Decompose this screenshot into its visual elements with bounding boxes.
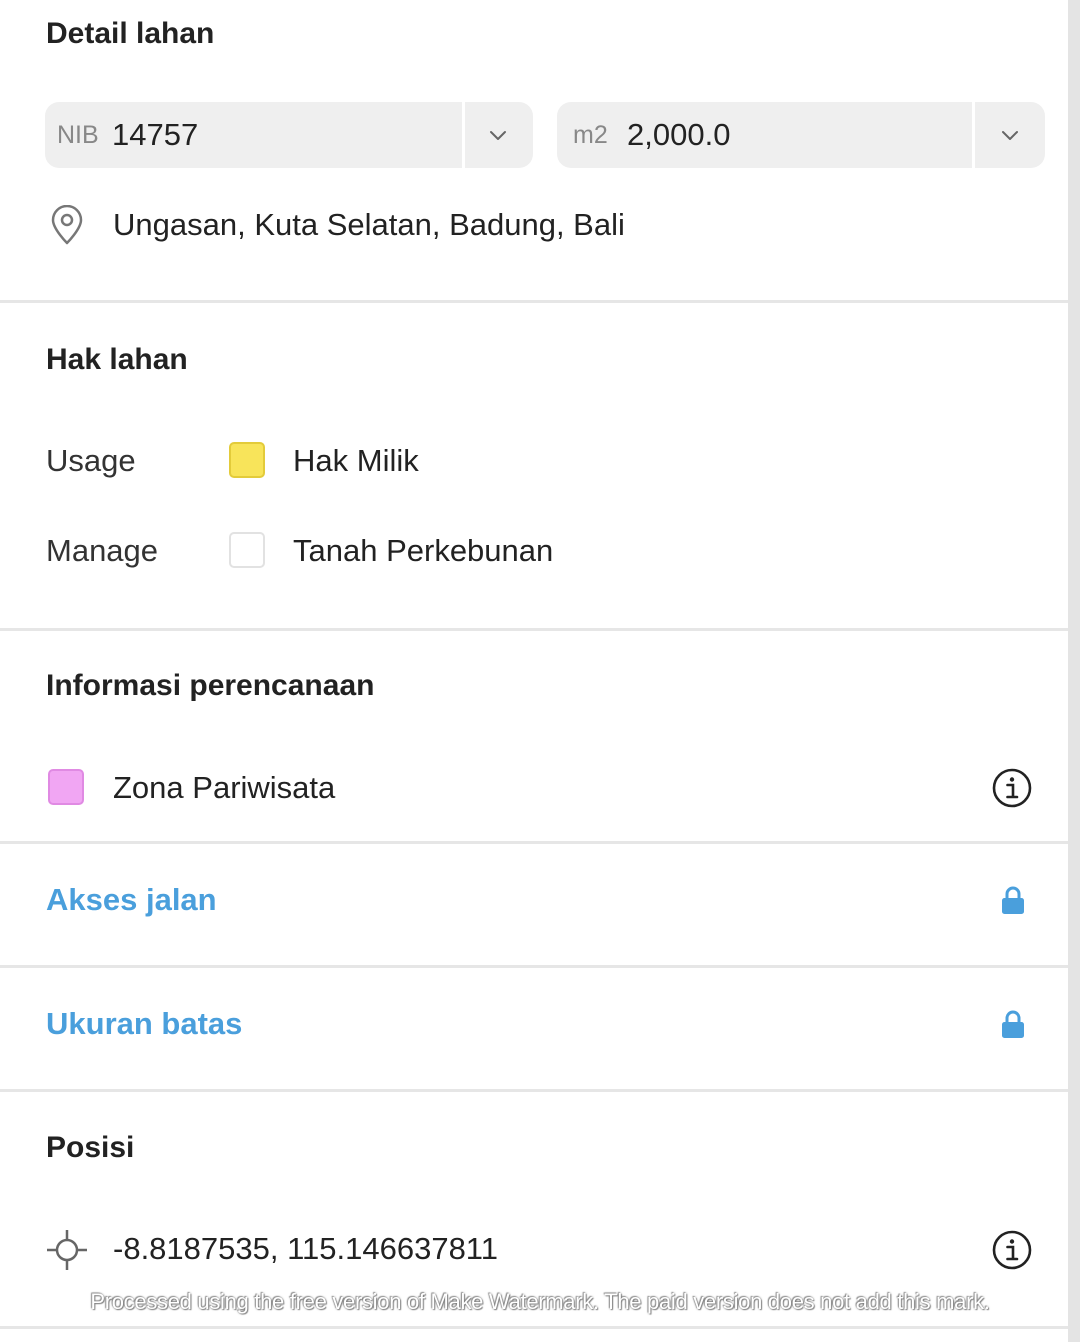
field-separator xyxy=(462,102,465,168)
location-pin-icon xyxy=(51,205,83,245)
scrollbar-track[interactable] xyxy=(1068,0,1080,1342)
info-icon[interactable] xyxy=(992,768,1032,808)
section-title-detail: Detail lahan xyxy=(46,17,215,50)
section-title-hak: Hak lahan xyxy=(46,343,188,376)
divider xyxy=(0,1089,1068,1092)
area-prefix: m2 xyxy=(573,121,608,149)
nib-value: 14757 xyxy=(112,117,199,152)
nib-select[interactable]: NIB 14757 xyxy=(45,102,533,168)
section-akses-jalan[interactable]: Akses jalan xyxy=(46,882,217,918)
section-title-position: Posisi xyxy=(46,1131,135,1164)
usage-label: Usage xyxy=(46,443,136,478)
coordinates-text: -8.8187535, 115.146637811 xyxy=(113,1231,498,1266)
area-select[interactable]: m2 2,000.0 xyxy=(557,102,1045,168)
section-ukuran-batas[interactable]: Ukuran batas xyxy=(46,1006,242,1042)
lock-icon[interactable] xyxy=(1001,885,1025,915)
section-title-planning: Informasi perencanaan xyxy=(46,669,375,702)
info-icon[interactable] xyxy=(992,1230,1032,1270)
manage-color-swatch xyxy=(229,532,265,568)
crosshair-icon xyxy=(47,1230,87,1270)
field-separator xyxy=(972,102,975,168)
land-detail-panel: Detail lahan NIB 14757 m2 2,000.0 Ungasa… xyxy=(0,0,1068,1342)
divider xyxy=(0,300,1068,303)
divider xyxy=(0,1326,1068,1329)
zone-name: Zona Pariwisata xyxy=(113,770,336,805)
location-text: Ungasan, Kuta Selatan, Badung, Bali xyxy=(113,207,625,242)
usage-value: Hak Milik xyxy=(293,443,419,478)
divider xyxy=(0,628,1068,631)
usage-color-swatch xyxy=(229,442,265,478)
manage-value: Tanah Perkebunan xyxy=(293,533,554,568)
divider xyxy=(0,841,1068,844)
lock-icon[interactable] xyxy=(1001,1009,1025,1039)
area-value: 2,000.0 xyxy=(627,117,731,152)
divider xyxy=(0,965,1068,968)
chevron-down-icon[interactable] xyxy=(487,124,509,146)
watermark-text: Processed using the free version of Make… xyxy=(90,1289,990,1314)
manage-label: Manage xyxy=(46,533,159,568)
chevron-down-icon[interactable] xyxy=(999,124,1021,146)
nib-prefix: NIB xyxy=(57,121,99,149)
zone-color-swatch xyxy=(48,769,84,805)
